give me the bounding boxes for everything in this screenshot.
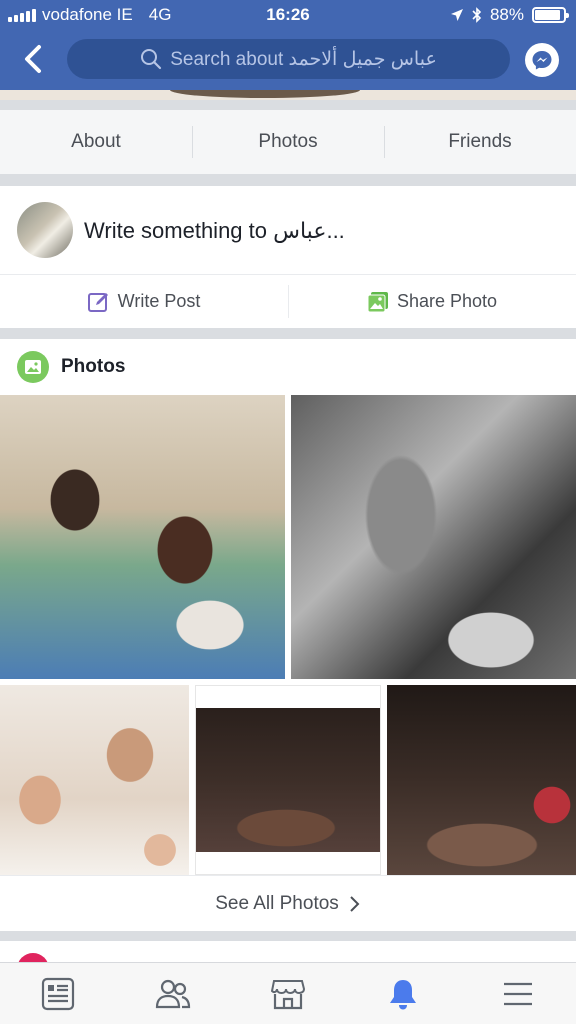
composer: Write something to عباس... Write Post Sh…	[0, 186, 576, 328]
profile-tabs: About Photos Friends	[0, 110, 576, 174]
photos-section-title: Photos	[61, 356, 126, 377]
photos-section: Photos See All Photos	[0, 339, 576, 931]
nav-menu[interactable]	[461, 963, 576, 1024]
status-bar: vodafone IE 4G 16:26 88%	[0, 0, 576, 30]
profile-page: vodafone IE 4G 16:26 88% Search about عب…	[0, 0, 576, 1024]
tab-friends[interactable]: Friends	[384, 110, 576, 174]
marketplace-icon	[271, 979, 305, 1009]
photos-icon	[17, 351, 49, 383]
bluetooth-icon	[472, 7, 482, 23]
messenger-icon	[532, 51, 552, 70]
chevron-right-icon	[350, 895, 360, 912]
search-icon	[141, 49, 162, 70]
write-post-label: Write Post	[117, 291, 201, 311]
notifications-icon	[390, 979, 417, 1009]
tab-photos[interactable]: Photos	[192, 110, 384, 174]
see-all-photos-button[interactable]: See All Photos	[0, 875, 576, 931]
friends-icon	[155, 979, 190, 1008]
pencil-icon	[87, 292, 108, 312]
photo-thumbnail[interactable]	[195, 685, 381, 875]
composer-input[interactable]: Write something to عباس...	[84, 218, 345, 244]
top-bar: vodafone IE 4G 16:26 88% Search about عب…	[0, 0, 576, 90]
photo-thumbnail[interactable]	[291, 395, 576, 679]
share-photo-label: Share Photo	[396, 291, 498, 311]
nav-friends[interactable]	[115, 963, 230, 1024]
see-all-photos-label: See All Photos	[215, 892, 339, 914]
search-input[interactable]: Search about عباس جميل ألاحمد	[67, 39, 510, 79]
search-text: Search about عباس جميل ألاحمد	[170, 48, 437, 70]
news-feed-icon	[41, 977, 74, 1010]
nav-marketplace[interactable]	[230, 963, 345, 1024]
photo-thumbnail[interactable]	[387, 685, 576, 875]
messenger-button[interactable]	[525, 43, 559, 77]
write-post-button[interactable]: Write Post	[0, 275, 288, 328]
nav-news-feed[interactable]	[0, 963, 115, 1024]
tab-about[interactable]: About	[0, 110, 192, 174]
battery-icon	[532, 7, 569, 23]
share-photo-button[interactable]: Share Photo	[288, 275, 576, 328]
photo-thumbnail[interactable]	[0, 395, 285, 679]
back-button[interactable]	[18, 42, 48, 76]
photo-thumbnail[interactable]	[0, 685, 189, 875]
nav-notifications[interactable]	[346, 963, 461, 1024]
avatar[interactable]	[17, 202, 73, 258]
location-arrow-icon	[450, 9, 463, 21]
bottom-nav	[0, 962, 576, 1024]
cover-photo	[0, 90, 576, 100]
battery-percentage: 88%	[489, 5, 524, 24]
menu-icon	[504, 982, 533, 1005]
photo-icon	[367, 291, 388, 312]
